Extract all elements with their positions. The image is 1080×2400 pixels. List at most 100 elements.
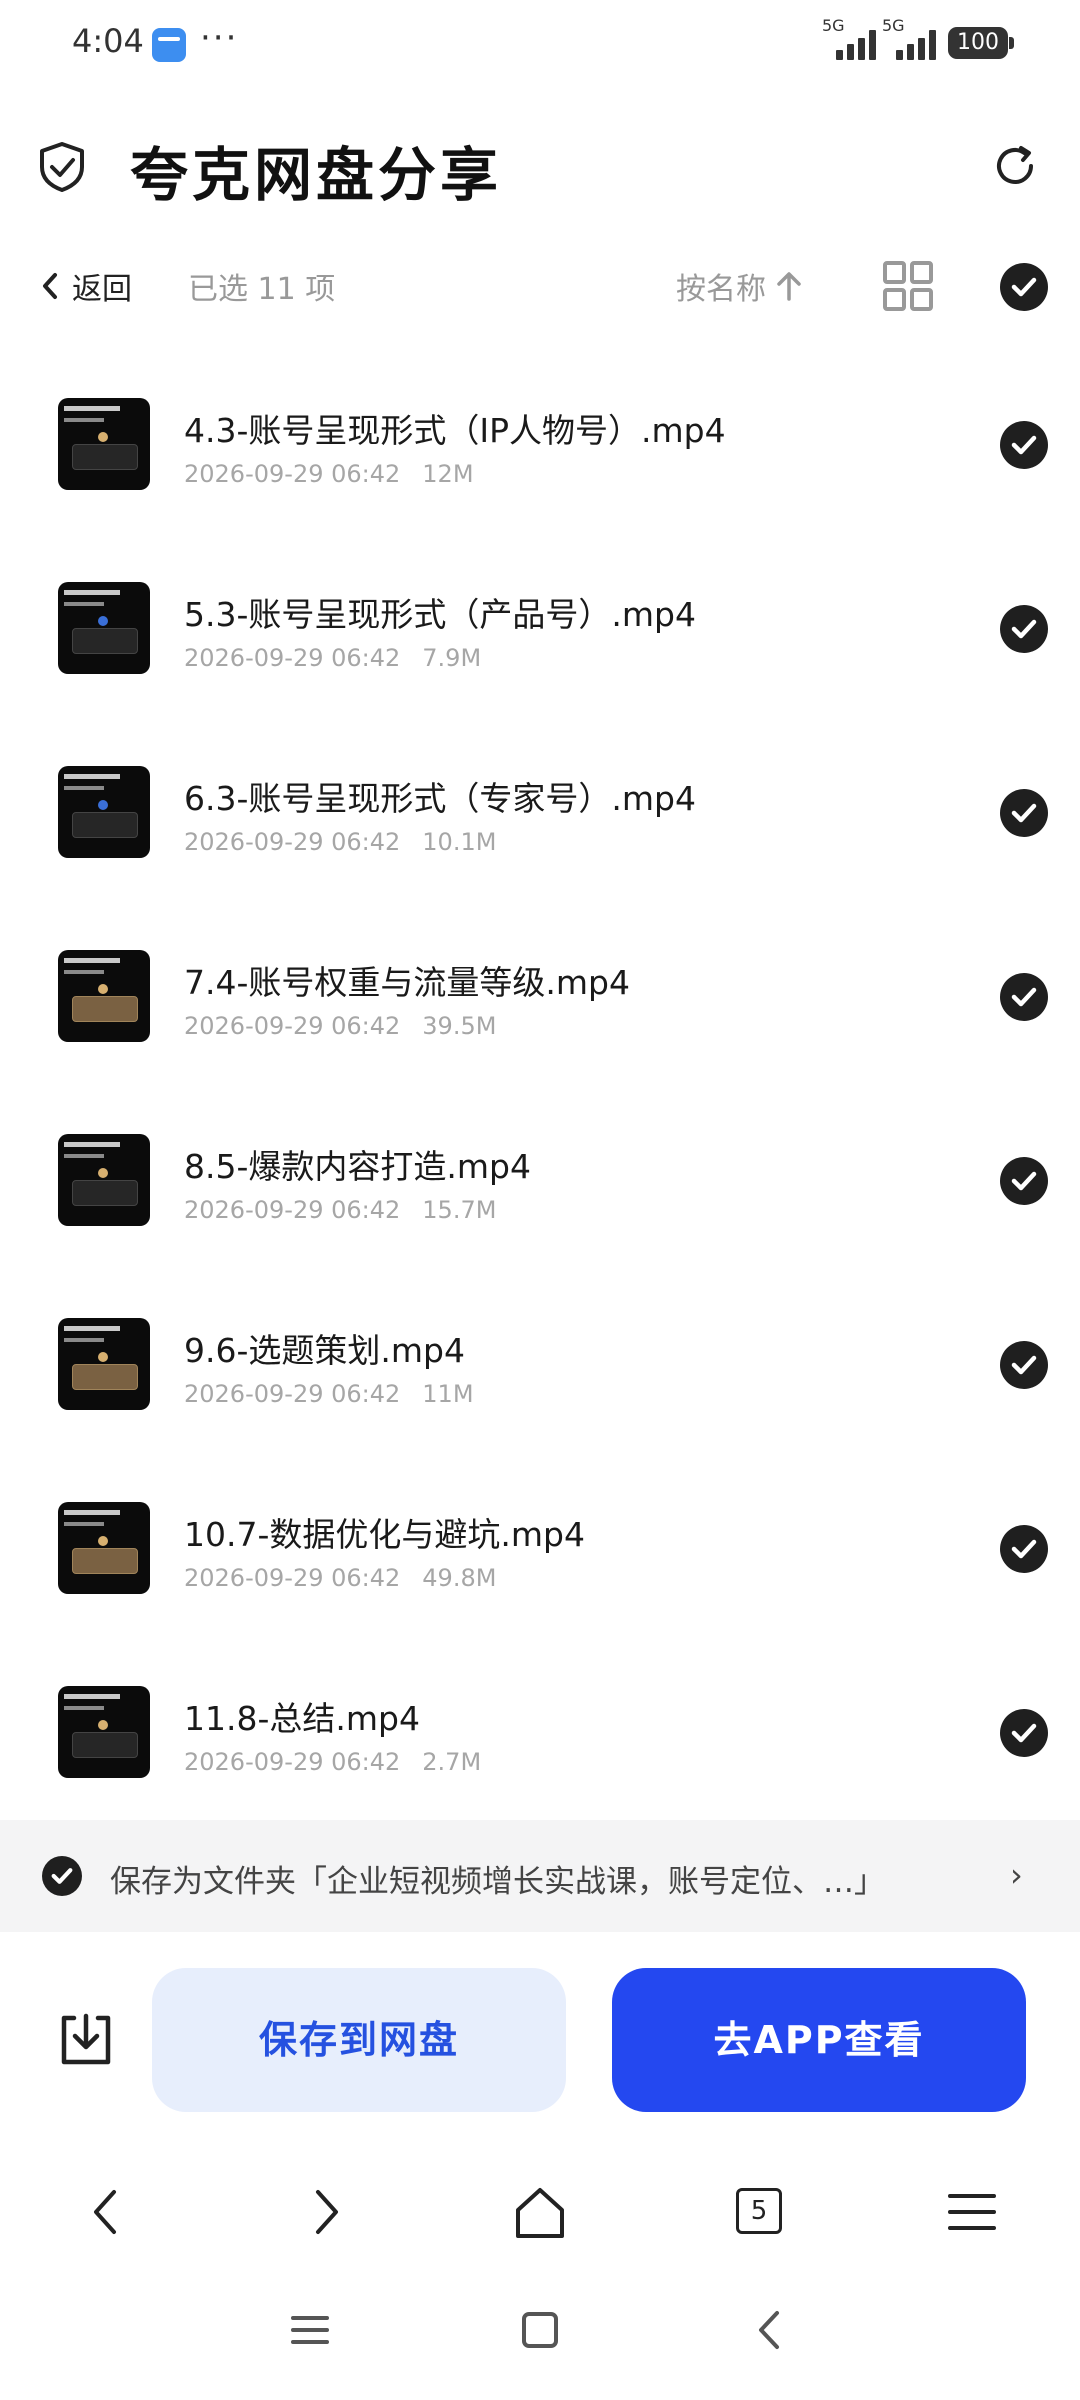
browser-forward-icon[interactable]	[292, 2180, 356, 2244]
browser-home-icon[interactable]	[508, 2180, 572, 2244]
shield-check-icon[interactable]	[32, 136, 92, 196]
signal-icon: 5G	[822, 16, 882, 62]
file-meta: 2026-09-29 06:42 49.8M	[184, 1564, 496, 1592]
file-meta: 2026-09-29 06:42 10.1M	[184, 828, 496, 856]
check-icon	[1011, 277, 1037, 297]
file-checkbox[interactable]	[1000, 1341, 1048, 1389]
video-thumbnail	[58, 1686, 150, 1778]
video-thumbnail	[58, 398, 150, 490]
file-name: 9.6-选题策划.mp4	[184, 1331, 465, 1370]
file-size: 2.7M	[422, 1748, 482, 1776]
file-date: 2026-09-29 06:42	[184, 460, 401, 488]
system-back-icon[interactable]	[745, 2305, 795, 2355]
check-icon	[1011, 1171, 1037, 1191]
refresh-icon[interactable]	[985, 136, 1045, 196]
file-row[interactable]: 7.4-账号权重与流量等级.mp4 2026-09-29 06:42 39.5M	[0, 912, 1080, 1096]
file-name: 10.7-数据优化与避坑.mp4	[184, 1515, 585, 1554]
grid-view-icon[interactable]	[882, 260, 934, 312]
file-size: 10.1M	[422, 828, 497, 856]
file-size: 15.7M	[422, 1196, 497, 1224]
file-checkbox[interactable]	[1000, 421, 1048, 469]
file-date: 2026-09-29 06:42	[184, 644, 401, 672]
status-time: 4:04	[72, 22, 144, 60]
file-meta: 2026-09-29 06:42 15.7M	[184, 1196, 496, 1224]
sort-button[interactable]: 按名称	[676, 258, 804, 314]
browser-menu-icon[interactable]	[940, 2180, 1004, 2244]
file-size: 7.9M	[422, 644, 482, 672]
file-row[interactable]: 11.8-总结.mp4 2026-09-29 06:42 2.7M	[0, 1648, 1080, 1832]
battery-tip	[1009, 37, 1014, 49]
file-name: 11.8-总结.mp4	[184, 1699, 420, 1738]
file-date: 2026-09-29 06:42	[184, 1748, 401, 1776]
file-row[interactable]: 8.5-爆款内容打造.mp4 2026-09-29 06:42 15.7M	[0, 1096, 1080, 1280]
file-size: 12M	[422, 460, 474, 488]
page-title: 夸克网盘分享	[130, 141, 503, 209]
select-all-checkbox[interactable]	[1000, 263, 1048, 311]
check-icon	[1011, 803, 1037, 823]
file-row[interactable]: 4.3-账号呈现形式（IP人物号）.mp4 2026-09-29 06:42 12…	[0, 360, 1080, 544]
file-meta: 2026-09-29 06:42 2.7M	[184, 1748, 481, 1776]
chevron-right-icon[interactable]: ›	[1010, 1856, 1023, 1894]
file-row[interactable]: 6.3-账号呈现形式（专家号）.mp4 2026-09-29 06:42 10.1…	[0, 728, 1080, 912]
file-checkbox[interactable]	[1000, 789, 1048, 837]
check-icon	[1011, 619, 1037, 639]
open-in-app-button[interactable]: 去APP查看	[612, 1968, 1026, 2112]
file-row[interactable]: 5.3-账号呈现形式（产品号）.mp4 2026-09-29 06:42 7.9M	[0, 544, 1080, 728]
file-row[interactable]: 9.6-选题策划.mp4 2026-09-29 06:42 11M	[0, 1280, 1080, 1464]
file-checkbox[interactable]	[1000, 973, 1048, 1021]
file-meta: 2026-09-29 06:42 12M	[184, 460, 474, 488]
file-size: 49.8M	[422, 1564, 497, 1592]
video-thumbnail	[58, 582, 150, 674]
file-date: 2026-09-29 06:42	[184, 828, 401, 856]
file-meta: 2026-09-29 06:42 11M	[184, 1380, 474, 1408]
browser-back-icon[interactable]	[76, 2180, 140, 2244]
save-as-folder-checkbox[interactable]	[42, 1856, 82, 1896]
check-icon	[1011, 1355, 1037, 1375]
file-meta: 2026-09-29 06:42 7.9M	[184, 644, 481, 672]
file-name: 8.5-爆款内容打造.mp4	[184, 1147, 531, 1186]
file-date: 2026-09-29 06:42	[184, 1380, 401, 1408]
video-thumbnail	[58, 950, 150, 1042]
check-icon	[1011, 435, 1037, 455]
arrow-up-icon	[777, 272, 801, 301]
file-date: 2026-09-29 06:42	[184, 1012, 401, 1040]
file-checkbox[interactable]	[1000, 605, 1048, 653]
save-as-folder-text: 保存为文件夹「企业短视频增长实战课，账号定位、…」	[110, 1864, 885, 1900]
save-to-drive-button[interactable]: 保存到网盘	[152, 1968, 566, 2112]
check-icon	[51, 1868, 73, 1884]
check-icon	[1011, 1723, 1037, 1743]
file-date: 2026-09-29 06:42	[184, 1196, 401, 1224]
video-thumbnail	[58, 766, 150, 858]
file-name: 7.4-账号权重与流量等级.mp4	[184, 963, 630, 1002]
signal-icon: 5G	[882, 16, 942, 62]
file-name: 6.3-账号呈现形式（专家号）.mp4	[184, 779, 696, 818]
video-thumbnail	[58, 1318, 150, 1410]
back-label: 返回	[72, 272, 132, 307]
selection-count: 已选 11 项	[188, 272, 336, 307]
file-size: 11M	[422, 1380, 474, 1408]
sort-label: 按名称	[676, 272, 766, 307]
video-thumbnail	[58, 1134, 150, 1226]
save-as-folder-bar[interactable]: 保存为文件夹「企业短视频增长实战课，账号定位、…」 ›	[0, 1820, 1080, 1932]
download-icon[interactable]	[54, 2008, 118, 2072]
file-meta: 2026-09-29 06:42 39.5M	[184, 1012, 496, 1040]
file-checkbox[interactable]	[1000, 1157, 1048, 1205]
file-checkbox[interactable]	[1000, 1709, 1048, 1757]
system-home-icon[interactable]	[515, 2305, 565, 2355]
check-icon	[1011, 987, 1037, 1007]
check-icon	[1011, 1539, 1037, 1559]
file-name: 5.3-账号呈现形式（产品号）.mp4	[184, 595, 696, 634]
file-row[interactable]: 10.7-数据优化与避坑.mp4 2026-09-29 06:42 49.8M	[0, 1464, 1080, 1648]
file-size: 39.5M	[422, 1012, 497, 1040]
battery-indicator: 100	[948, 27, 1008, 59]
video-thumbnail	[58, 1502, 150, 1594]
chevron-left-icon	[43, 273, 57, 299]
back-button[interactable]: 返回	[40, 258, 132, 314]
file-date: 2026-09-29 06:42	[184, 1564, 401, 1592]
system-menu-icon[interactable]	[285, 2305, 335, 2355]
file-checkbox[interactable]	[1000, 1525, 1048, 1573]
tabs-button[interactable]: 5	[736, 2188, 782, 2234]
more-notifications-icon: ···	[200, 18, 239, 58]
notification-app-icon	[152, 28, 186, 62]
file-name: 4.3-账号呈现形式（IP人物号）.mp4	[184, 411, 726, 450]
